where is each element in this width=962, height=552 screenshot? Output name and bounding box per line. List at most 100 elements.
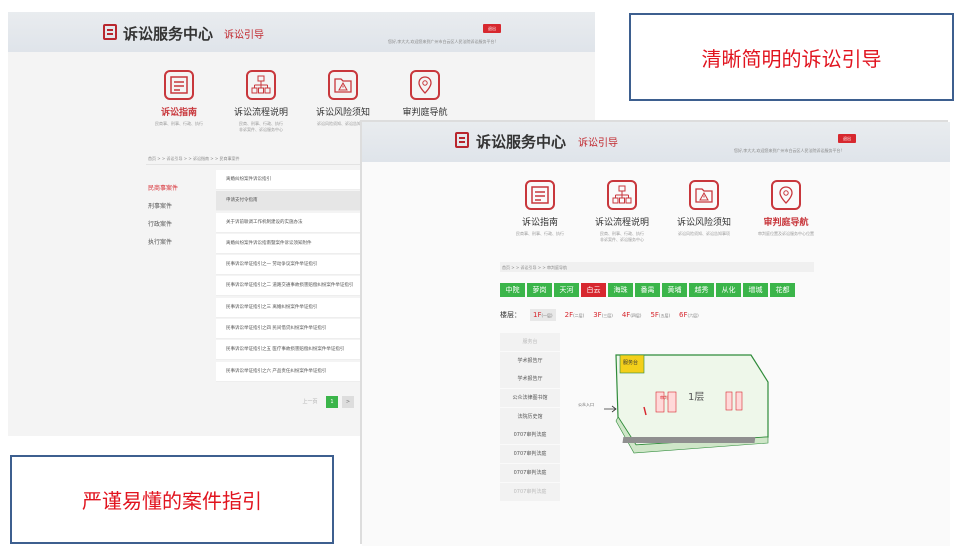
nav-risk-label: 诉讼风险须知 <box>676 218 731 228</box>
site-title: 诉讼服务中心 <box>476 133 567 151</box>
prev-page-button[interactable]: 上一页 <box>298 396 322 408</box>
court-tab[interactable]: 海珠 <box>608 283 633 297</box>
court-tab[interactable]: 天河 <box>554 283 579 297</box>
sidebar-item-civil[interactable]: 民商事案件 <box>146 180 208 198</box>
annotation-litigation-guide: 清晰简明的诉讼引导 <box>629 13 954 101</box>
welcome-note: 您好,李大大,欢迎您来到广州市白云区人民法院诉讼服务平台! <box>734 148 843 153</box>
floor-tab-3f[interactable]: 3F(三层) <box>593 311 613 319</box>
floor-note: (四层) <box>630 313 642 318</box>
floor-note: (六层) <box>687 313 699 318</box>
room-item[interactable]: 学术报告厅 <box>500 370 560 389</box>
pagination: 上一页 1 > <box>298 396 354 408</box>
risk-warning-icon <box>328 70 358 100</box>
floor-tab-5f[interactable]: 5F(五层) <box>650 311 670 319</box>
floor-note: (一层) <box>541 313 553 318</box>
screenshot-courtroom-navigation: 诉讼服务中心 诉讼引导 退出 您好,李大大,欢迎您来到广州市白云区人民法院诉讼服… <box>362 122 950 546</box>
court-tab[interactable]: 从化 <box>716 283 741 297</box>
room-item[interactable]: 0707审判法庭 <box>500 426 560 445</box>
floor-number: 2F <box>564 311 574 319</box>
sidebar-item-enforcement[interactable]: 执行案件 <box>146 234 208 252</box>
nav-process-desc2: 非诉案件、诉讼服务中心 <box>600 237 644 242</box>
room-item[interactable]: 公众法律图书馆 <box>500 389 560 408</box>
room-item[interactable]: 服务台 <box>500 333 560 351</box>
map-entrance-label: 公众入口 <box>578 402 594 407</box>
room-list: 服务台 学术报告厅 学术报告厅 公众法律图书馆 法院历史馆 0707审判法庭 0… <box>500 333 560 501</box>
floor-label: 楼层： <box>500 311 521 319</box>
room-item[interactable]: 学术报告厅 <box>500 351 560 370</box>
case-type-sidebar: 民商事案件 刑事案件 行政案件 执行案件 <box>146 180 208 252</box>
floor-tab-1f[interactable]: 1F(一层) <box>530 309 556 321</box>
entrance-arrow-icon <box>604 405 617 413</box>
nav-courtroom-label: 审判庭导航 <box>763 218 809 228</box>
page-1-button[interactable]: 1 <box>326 396 338 408</box>
site-subtitle: 诉讼引导 <box>578 138 618 149</box>
flowchart-icon <box>246 70 276 100</box>
floor-number: 3F <box>593 311 602 319</box>
floor-tab-6f[interactable]: 6F(六层) <box>679 311 699 319</box>
court-logo-icon <box>103 24 117 40</box>
floor-selector: 楼层： 1F(一层) 2F(二层) 3F(三层) 4F(四层) 5F(五层) 6… <box>500 309 699 321</box>
room-item[interactable]: 0707审判法庭 <box>500 445 560 464</box>
annotation-case-guide: 严谨易懂的案件指引 <box>10 455 334 544</box>
nav-guide-label: 诉讼指南 <box>521 218 558 228</box>
site-title: 诉讼服务中心 <box>123 25 214 43</box>
nav-risk-desc: 诉讼风险须知、诉讼告知事项 <box>678 231 730 236</box>
welcome-note: 您好,李大大,欢迎您来到广州市白云区人民法院诉讼服务平台! <box>388 39 497 44</box>
logout-button[interactable]: 退出 <box>483 24 501 33</box>
nav-courtroom-label: 审判庭导航 <box>402 108 448 118</box>
map-floor-label: 1层 <box>688 392 705 403</box>
map-desk-label: 服务台 <box>623 360 639 366</box>
guide-icon <box>164 70 194 100</box>
logout-button[interactable]: 退出 <box>838 134 856 143</box>
court-tab-active[interactable]: 白云 <box>581 283 606 297</box>
court-tab[interactable]: 黄埔 <box>662 283 687 297</box>
floor-tab-4f[interactable]: 4F(四层) <box>622 311 642 319</box>
nav-process-label: 诉讼流程说明 <box>233 108 288 118</box>
site-subtitle: 诉讼引导 <box>224 30 264 41</box>
court-tab[interactable]: 中院 <box>500 283 525 297</box>
room-item[interactable]: 0707审判法庭 <box>500 482 560 501</box>
nav-guide-desc: 民商事、刑事、行政、执行 <box>516 231 564 236</box>
floor-number: 6F <box>679 311 688 319</box>
court-tab[interactable]: 萝岗 <box>527 283 552 297</box>
court-tab[interactable]: 越秀 <box>689 283 714 297</box>
floor-map[interactable] <box>576 347 776 457</box>
risk-warning-icon <box>689 180 719 210</box>
court-logo-icon <box>455 132 469 148</box>
sidebar-item-criminal[interactable]: 刑事案件 <box>146 198 208 216</box>
annotation-text: 严谨易懂的案件指引 <box>82 489 262 513</box>
header-bar: 诉讼服务中心 诉讼引导 退出 您好,李大大,欢迎您来到广州市白云区人民法院诉讼服… <box>8 12 595 52</box>
breadcrumb-bar: 首页 > > 诉讼引导 > > 审判庭导航 <box>500 262 814 272</box>
next-page-button[interactable]: > <box>342 396 354 408</box>
location-pin-icon <box>410 70 440 100</box>
nav-courtroom[interactable]: 审判庭导航 审判庭位置及诉讼服务中心位置 <box>745 180 827 243</box>
map-room-label: 审判 <box>660 395 668 400</box>
room-item[interactable]: 法院历史馆 <box>500 407 560 426</box>
nav-process[interactable]: 诉讼流程说明 民商、刑事、行政、执行 非诉案件、诉讼服务中心 <box>220 70 302 133</box>
map-stairs <box>622 437 756 443</box>
nav-guide[interactable]: 诉讼指南 民商事、刑事、行政、执行 <box>138 70 220 133</box>
floor-note: (二层) <box>573 313 585 318</box>
sidebar-item-administrative[interactable]: 行政案件 <box>146 216 208 234</box>
court-tab[interactable]: 番禺 <box>635 283 660 297</box>
nav-courtroom-desc: 审判庭位置及诉讼服务中心位置 <box>758 231 814 236</box>
nav-risk[interactable]: 诉讼风险须知 诉讼风险须知、诉讼告知事项 <box>663 180 745 243</box>
guide-icon <box>525 180 555 210</box>
nav-process-label: 诉讼流程说明 <box>594 218 649 228</box>
main-nav: 诉讼指南 民商事、刑事、行政、执行 诉讼流程说明 民商、刑事、行政、执行 非诉案… <box>499 180 827 243</box>
nav-guide[interactable]: 诉讼指南 民商事、刑事、行政、执行 <box>499 180 581 243</box>
floor-note: (五层) <box>658 313 671 318</box>
room-item[interactable]: 0707审判法庭 <box>500 463 560 482</box>
court-selector: 中院 萝岗 天河 白云 海珠 番禺 黄埔 越秀 从化 增城 花都 <box>500 283 795 297</box>
location-pin-icon <box>771 180 801 210</box>
floor-number: 5F <box>650 311 659 319</box>
nav-risk-label: 诉讼风险须知 <box>315 108 370 118</box>
court-tab[interactable]: 增城 <box>743 283 768 297</box>
floor-tab-2f[interactable]: 2F(二层) <box>565 311 585 319</box>
nav-guide-desc: 民商事、刑事、行政、执行 <box>155 121 203 126</box>
court-tab[interactable]: 花都 <box>770 283 795 297</box>
floor-note: (三层) <box>601 313 613 318</box>
flowchart-icon <box>607 180 637 210</box>
annotation-text: 清晰简明的诉讼引导 <box>701 46 882 71</box>
nav-process[interactable]: 诉讼流程说明 民商、刑事、行政、执行 非诉案件、诉讼服务中心 <box>581 180 663 243</box>
